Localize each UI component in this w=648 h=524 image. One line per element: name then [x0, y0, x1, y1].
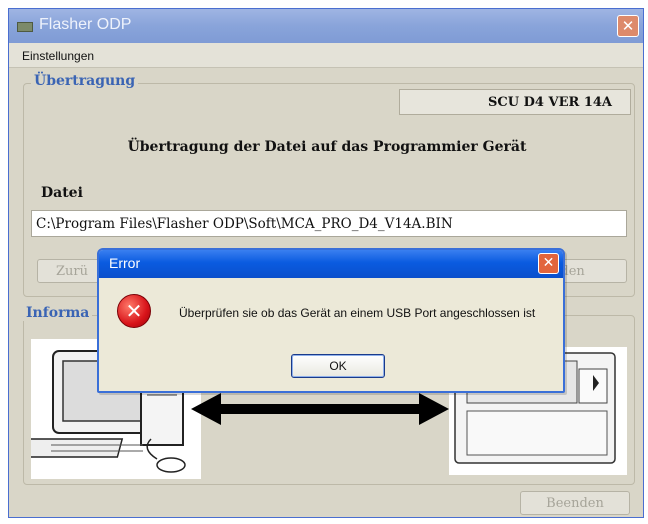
flasher-window: Flasher ODP ✕ Einstellungen Übertragung … — [8, 8, 644, 518]
error-dialog: Error ✕ ✕ Überprüfen sie ob das Gerät an… — [97, 248, 565, 393]
ok-button[interactable]: OK — [291, 354, 385, 378]
close-button[interactable]: ✕ — [617, 15, 639, 37]
transfer-group-label: Übertragung — [31, 73, 139, 89]
file-path-field[interactable]: C:\Program Files\Flasher ODP\Soft\MCA_PR… — [31, 210, 627, 237]
back-button-label: Zurü — [56, 264, 88, 279]
exit-button-label: Beenden — [546, 496, 604, 511]
error-message: Überprüfen sie ob das Gerät an einem USB… — [179, 306, 536, 320]
file-label: Datei — [41, 185, 83, 201]
info-group-label: Informa — [23, 305, 93, 321]
exit-button[interactable]: Beenden — [520, 491, 630, 515]
menu-einstellungen[interactable]: Einstellungen — [22, 49, 94, 63]
menu-bar: Einstellungen — [9, 43, 643, 68]
error-icon: ✕ — [117, 294, 151, 328]
double-arrow-icon — [191, 393, 449, 425]
app-icon — [17, 22, 33, 32]
error-dialog-close-button[interactable]: ✕ — [538, 253, 559, 274]
window-title: Flasher ODP — [39, 16, 132, 33]
transfer-heading: Übertragung der Datei auf das Programmie… — [127, 139, 527, 155]
error-dialog-title: Error — [109, 255, 141, 271]
title-bar[interactable]: Flasher ODP ✕ — [9, 9, 643, 43]
version-display: SCU D4 VER 14A — [399, 89, 631, 115]
error-dialog-title-bar[interactable]: Error ✕ — [99, 250, 563, 278]
